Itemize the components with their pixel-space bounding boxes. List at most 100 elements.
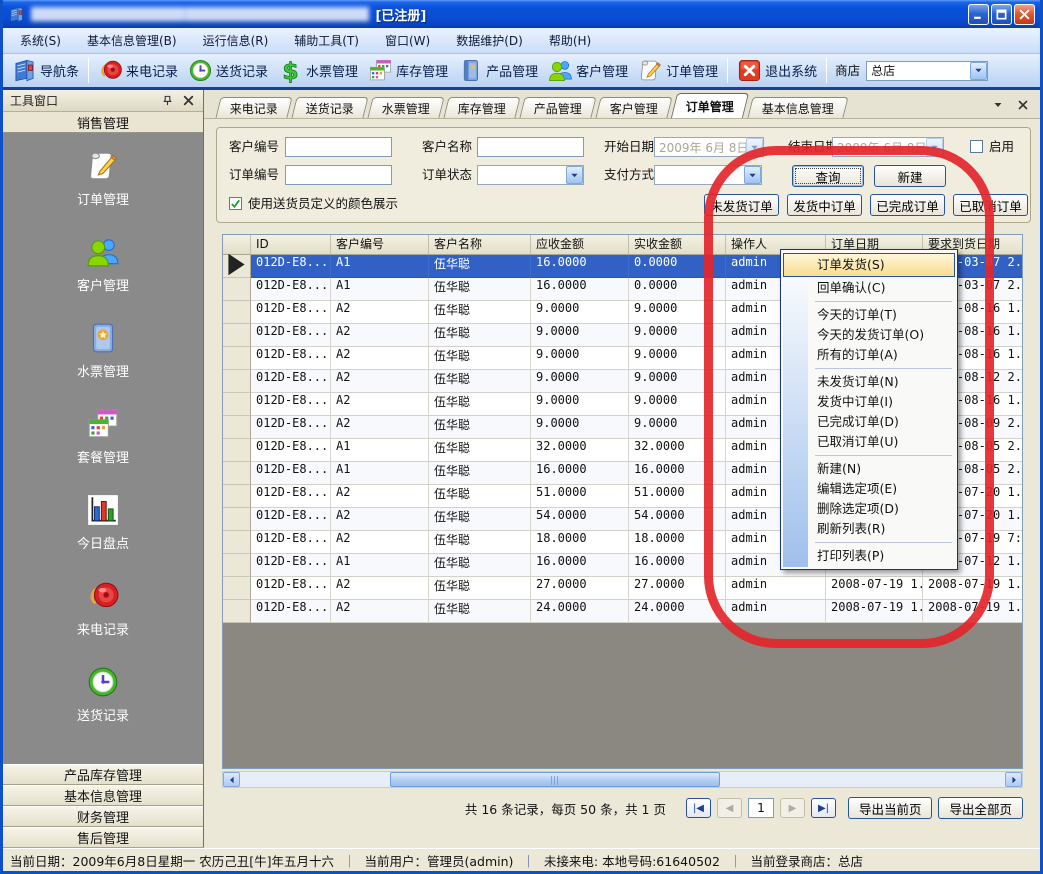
- sidebar-group-after-sales-mgmt[interactable]: 售后管理: [3, 827, 203, 848]
- tab-call-log[interactable]: 来电记录: [215, 97, 292, 118]
- row-header-cell[interactable]: [223, 393, 251, 416]
- payment-combobox[interactable]: [654, 165, 762, 185]
- row-header-cell[interactable]: [223, 577, 251, 600]
- row-header-cell[interactable]: [223, 508, 251, 531]
- pin-icon[interactable]: [160, 93, 175, 108]
- row-header-cell[interactable]: [223, 278, 251, 301]
- context-menu-item-edit-selected[interactable]: 编辑选定项(E): [783, 479, 955, 499]
- row-header-cell[interactable]: [223, 324, 251, 347]
- context-menu-item-today-orders[interactable]: 今天的订单(T): [783, 305, 955, 325]
- row-header-cell[interactable]: [223, 485, 251, 508]
- row-header-cell[interactable]: [223, 347, 251, 370]
- table-row[interactable]: 012D-E8...A2伍华聪27.000027.0000admin2008-0…: [223, 577, 1022, 600]
- row-header-cell[interactable]: [223, 531, 251, 554]
- toolbar-exit-button[interactable]: 退出系统: [732, 56, 822, 85]
- row-header-cell[interactable]: [223, 370, 251, 393]
- enable-checkbox[interactable]: [970, 140, 983, 153]
- customer-no-input[interactable]: [285, 137, 392, 157]
- sidebar-item-water-ticket-mgmt[interactable]: 水票管理: [77, 321, 129, 380]
- context-menu-item-new-order[interactable]: 新建(N): [783, 459, 955, 479]
- tab-inventory[interactable]: 库存管理: [443, 97, 520, 118]
- row-header-cell[interactable]: [223, 439, 251, 462]
- last-page-button[interactable]: ▶|: [811, 798, 836, 818]
- column-header-customer_no[interactable]: 客户编号: [331, 235, 429, 255]
- order-no-input[interactable]: [285, 165, 392, 185]
- chevron-down-icon[interactable]: [744, 166, 761, 184]
- sidebar-item-call-log[interactable]: 来电记录: [77, 579, 129, 638]
- menu-system[interactable]: 系统(S): [7, 28, 74, 53]
- export-current-page-button[interactable]: 导出当前页: [848, 797, 933, 819]
- tab-product[interactable]: 产品管理: [519, 97, 596, 118]
- context-menu-item-today-ship-orders[interactable]: 今天的发货订单(O): [783, 325, 955, 345]
- toolbar-navigator-button[interactable]: 导航条: [7, 56, 84, 85]
- tab-customer[interactable]: 客户管理: [595, 97, 672, 118]
- tab-water-ticket[interactable]: 水票管理: [367, 97, 444, 118]
- tab-basic-info[interactable]: 基本信息管理: [747, 97, 848, 118]
- sidebar-section-sales[interactable]: 销售管理: [3, 112, 203, 133]
- customer-name-input[interactable]: [477, 137, 584, 157]
- column-header-id[interactable]: ID: [251, 235, 331, 255]
- context-menu-item-cancelled-orders[interactable]: 已取消订单(U): [783, 432, 955, 452]
- context-menu-item-all-orders[interactable]: 所有的订单(A): [783, 345, 955, 365]
- sidebar-item-customer-mgmt[interactable]: 客户管理: [77, 235, 129, 294]
- next-page-button[interactable]: ▶: [780, 798, 805, 818]
- close-icon[interactable]: [1015, 97, 1030, 112]
- column-header-receivable[interactable]: 应收金额: [531, 235, 629, 255]
- close-icon[interactable]: [181, 93, 196, 108]
- menu-runtime-info[interactable]: 运行信息(R): [190, 28, 282, 53]
- sidebar-group-finance-mgmt[interactable]: 财务管理: [3, 806, 203, 827]
- toolbar-call-log-button[interactable]: 来电记录: [93, 56, 183, 85]
- table-row[interactable]: 012D-E8...A2伍华聪24.000024.0000admin2008-0…: [223, 600, 1022, 623]
- sidebar-item-order-mgmt[interactable]: 订单管理: [77, 149, 129, 208]
- shop-combobox[interactable]: 总店: [866, 61, 988, 81]
- context-menu-item-refresh-list[interactable]: 刷新列表(R): [783, 519, 955, 539]
- toolbar-product-button[interactable]: 产品管理: [453, 56, 543, 85]
- prev-page-button[interactable]: ◀: [717, 798, 742, 818]
- shipping-orders-button[interactable]: 发货中订单: [787, 194, 862, 216]
- driver-color-checkbox[interactable]: [229, 197, 242, 210]
- sidebar-item-today-stocktake[interactable]: 今日盘点: [77, 493, 129, 552]
- minimize-button[interactable]: [968, 4, 989, 25]
- row-header-cell[interactable]: [223, 462, 251, 485]
- unshipped-orders-button[interactable]: 未发货订单: [704, 194, 779, 216]
- menu-help[interactable]: 帮助(H): [536, 28, 604, 53]
- chevron-down-icon[interactable]: [990, 97, 1005, 112]
- sidebar-item-package-mgmt[interactable]: 套餐管理: [77, 407, 129, 466]
- sidebar-item-delivery-log[interactable]: 送货记录: [77, 665, 129, 724]
- scrollbar-track[interactable]: [240, 772, 1005, 787]
- end-date-picker[interactable]: 2009年 6月 8日: [832, 137, 944, 157]
- row-header-cell[interactable]: [223, 255, 251, 278]
- export-all-pages-button[interactable]: 导出全部页: [938, 797, 1023, 819]
- page-number-input[interactable]: 1: [748, 798, 774, 818]
- toolbar-customer-button[interactable]: 客户管理: [543, 56, 633, 85]
- tab-order[interactable]: 订单管理: [671, 93, 749, 118]
- completed-orders-button[interactable]: 已完成订单: [870, 194, 945, 216]
- menu-window[interactable]: 窗口(W): [372, 28, 443, 53]
- toolbar-order-button[interactable]: 订单管理: [633, 56, 723, 85]
- row-header-cell[interactable]: [223, 600, 251, 623]
- context-menu-item-print-list[interactable]: 打印列表(P): [783, 546, 955, 566]
- menu-aux-tools[interactable]: 辅助工具(T): [281, 28, 372, 53]
- context-menu-item-ship-order[interactable]: 订单发货(S): [783, 253, 955, 277]
- row-header-cell[interactable]: [223, 416, 251, 439]
- toolbar-delivery-log-button[interactable]: 送货记录: [183, 56, 273, 85]
- scrollbar-thumb[interactable]: [390, 772, 720, 787]
- scroll-right-icon[interactable]: [1005, 772, 1022, 787]
- chevron-down-icon[interactable]: [566, 166, 583, 184]
- start-date-picker[interactable]: 2009年 6月 8日: [654, 137, 764, 157]
- sidebar-group-product-stock-mgmt[interactable]: 产品库存管理: [3, 764, 203, 785]
- column-header-received[interactable]: 实收金额: [629, 235, 726, 255]
- context-menu-item-unshipped-orders[interactable]: 未发货订单(N): [783, 372, 955, 392]
- maximize-button[interactable]: [991, 4, 1012, 25]
- scroll-left-icon[interactable]: [223, 772, 240, 787]
- context-menu-item-shipping-orders[interactable]: 发货中订单(I): [783, 392, 955, 412]
- query-button[interactable]: 查询: [792, 165, 864, 187]
- menu-basic-info-mgmt[interactable]: 基本信息管理(B): [74, 28, 190, 53]
- first-page-button[interactable]: |◀: [686, 798, 711, 818]
- new-button[interactable]: 新建: [874, 165, 946, 187]
- row-header-cell[interactable]: [223, 554, 251, 577]
- context-menu-item-receipt-confirm[interactable]: 回单确认(C): [783, 278, 955, 298]
- chevron-down-icon[interactable]: [970, 62, 987, 80]
- sidebar-group-basic-info-mgmt[interactable]: 基本信息管理: [3, 785, 203, 806]
- toolbar-water-ticket-button[interactable]: $水票管理: [273, 56, 363, 85]
